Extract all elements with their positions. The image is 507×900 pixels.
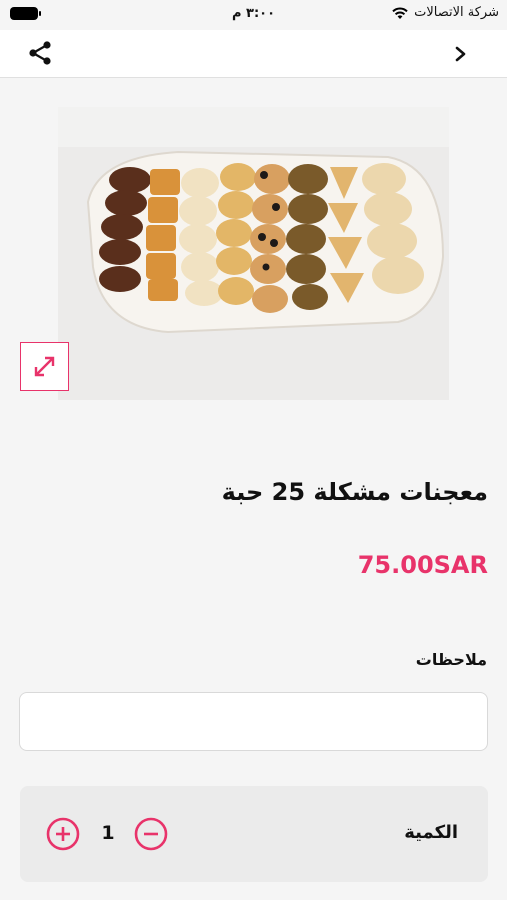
share-icon[interactable] <box>27 40 53 66</box>
wifi-icon <box>392 7 408 19</box>
notes-label: ملاحظات <box>415 650 487 669</box>
notes-input[interactable] <box>19 692 488 751</box>
quantity-panel: الكمية 1 <box>20 786 488 882</box>
quantity-value: 1 <box>101 822 115 844</box>
product-title: معجنات مشكلة 25 حبة <box>221 478 488 506</box>
navigation-bar <box>0 30 507 78</box>
status-bar: ٣:٠٠ م شركة الاتصالات <box>0 0 507 30</box>
chevron-right-icon[interactable] <box>451 42 471 66</box>
quantity-label: الكمية <box>404 822 458 843</box>
product-price: 75.00SAR <box>357 551 488 579</box>
expand-arrows-icon <box>34 356 55 377</box>
carrier-name: شركة الاتصالات <box>414 5 499 20</box>
carrier-group: شركة الاتصالات <box>392 5 499 20</box>
pastry-tray-illustration <box>58 107 449 400</box>
decrease-quantity-button[interactable] <box>134 817 168 851</box>
product-image <box>58 107 449 400</box>
increase-quantity-button[interactable] <box>46 817 80 851</box>
expand-image-button[interactable] <box>20 342 69 391</box>
